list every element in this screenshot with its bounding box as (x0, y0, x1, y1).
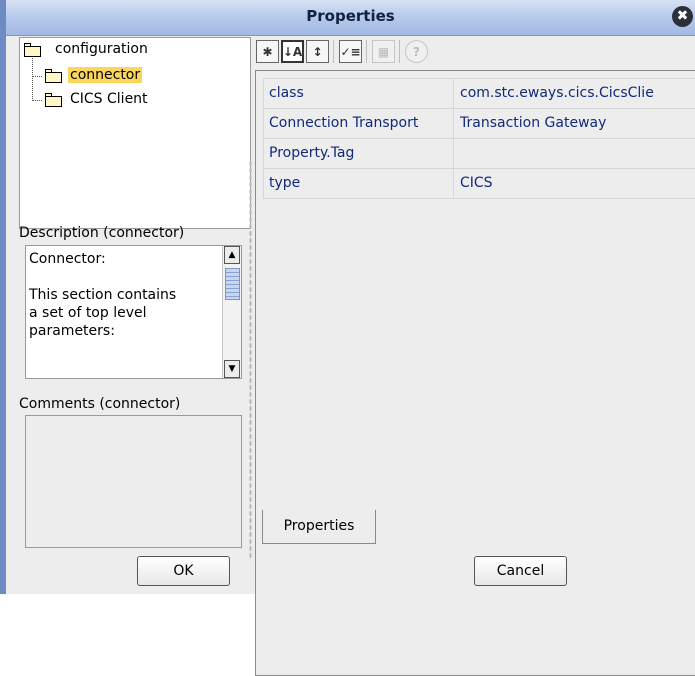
ok-button[interactable]: OK (137, 556, 230, 586)
tree-node-connector[interactable]: connector (45, 65, 143, 85)
folder-icon (24, 42, 41, 57)
folder-icon (45, 68, 62, 83)
tree-connector-line (32, 100, 42, 101)
property-value[interactable] (454, 139, 695, 169)
toolbar-separator (333, 40, 334, 63)
tree-connector-line (32, 76, 42, 77)
properties-dialog: Properties ✖ configuration connector CIC… (6, 0, 695, 676)
scroll-down-icon[interactable]: ▼ (224, 360, 240, 378)
categorized-icon[interactable]: ✱ (256, 40, 279, 63)
edit-list-icon[interactable]: ✓≡ (339, 40, 362, 63)
panel-splitter[interactable] (249, 160, 252, 560)
help-icon: ? (405, 40, 428, 63)
description-box: Connector: This section contains a set o… (25, 245, 242, 379)
property-name: class (263, 79, 454, 109)
window-title: Properties (306, 7, 395, 25)
scroll-thumb[interactable] (225, 268, 240, 300)
description-label: Description (connector) (19, 225, 185, 241)
property-value[interactable]: CICS (454, 169, 695, 199)
comments-field[interactable] (25, 415, 242, 548)
properties-tab-strip: Properties (255, 510, 695, 544)
property-value[interactable]: Transaction Gateway (454, 109, 695, 139)
tree-node-label: configuration (55, 41, 148, 57)
property-name: type (263, 169, 454, 199)
close-icon[interactable]: ✖ (672, 6, 693, 27)
scroll-up-icon[interactable]: ▲ (224, 246, 240, 264)
folder-icon (45, 92, 62, 107)
cancel-button[interactable]: Cancel (474, 556, 567, 586)
description-scrollbar[interactable]: ▲ ▼ (222, 246, 241, 378)
title-bar[interactable]: Properties ✖ (6, 0, 695, 36)
property-value[interactable]: com.stc.eways.cics.CicsClie (454, 79, 695, 109)
alphabetical-icon[interactable]: ↓A (281, 40, 304, 63)
toolbar-separator (399, 40, 400, 63)
property-name: Property.Tag (263, 139, 454, 169)
tree-node-label: connector (68, 67, 143, 83)
tab-properties[interactable]: Properties (262, 510, 376, 544)
grid-icon: ▦ (372, 40, 395, 63)
property-name: Connection Transport (263, 109, 454, 139)
filter-icon[interactable]: ↕ (306, 40, 329, 63)
toolbar-separator (366, 40, 367, 63)
tree-node-cics-client[interactable]: CICS Client (45, 89, 148, 109)
comments-label: Comments (connector) (19, 396, 181, 412)
description-text: Connector: This section contains a set o… (29, 251, 177, 339)
tree-connector-line (32, 55, 33, 101)
tree-node-configuration[interactable]: configuration (24, 39, 148, 59)
tree-node-label: CICS Client (70, 91, 148, 107)
config-tree[interactable]: configuration connector CICS Client (19, 37, 251, 229)
